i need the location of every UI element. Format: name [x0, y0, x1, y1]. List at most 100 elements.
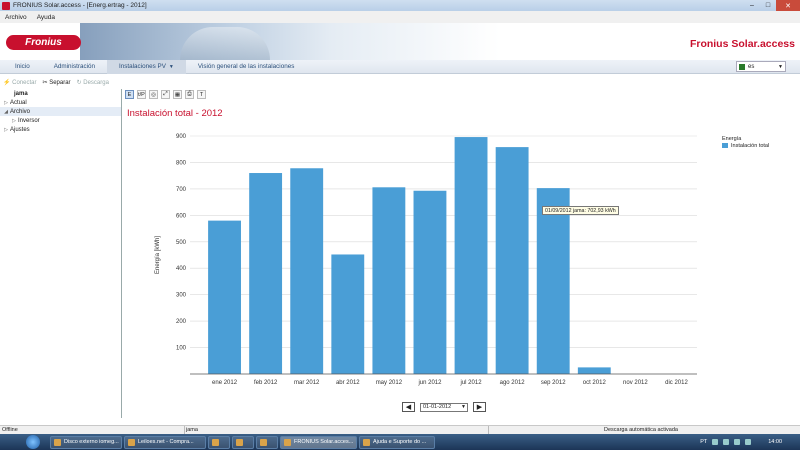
navigation-tree-panel: jama ▷ Actual ◢ Archivo ▷ Inversor ▷ Ajustes: [0, 89, 122, 418]
main-nav: Inicio Administración Instalaciones PV ▼ …: [0, 59, 800, 74]
browser-icon: [260, 438, 267, 446]
system-tray: PT 14:00: [700, 434, 798, 450]
tray-icon[interactable]: [723, 439, 730, 445]
arrow-left-icon: ◀: [405, 404, 412, 411]
minimize-button[interactable]: –: [744, 0, 760, 11]
window-title: FRONIUS Solar.access - [Energ.ertrag - 2…: [13, 2, 147, 9]
menu-ayuda[interactable]: Ayuda: [37, 14, 55, 21]
folder-icon: [54, 438, 61, 446]
y-tick-label: 500: [176, 240, 187, 246]
tree-node[interactable]: ◢ Archivo: [0, 107, 121, 116]
tab-label: Instalaciones PV: [119, 63, 166, 70]
banner-photo: [80, 23, 500, 60]
y-axis-label: Energía [kWh]: [155, 236, 161, 274]
taskbar: Disco externo iomeg... Leiloes.net - Com…: [0, 434, 800, 450]
taskbar-item[interactable]: [208, 435, 230, 449]
language-select[interactable]: es ▼: [736, 61, 786, 72]
bar: [454, 137, 488, 374]
y-tick-label: 200: [176, 319, 187, 325]
legend-series-label: Instalación total: [731, 143, 770, 149]
menu-bar: Archivo Ayuda: [0, 11, 800, 23]
connection-toolbar: ⚡ Conectar ✂ Separar ↻ Descarga: [0, 77, 122, 88]
brand-title: Fronius Solar.access: [689, 38, 795, 50]
tab-vision-general[interactable]: Visión general de las instalaciones: [186, 60, 307, 74]
status-connection: Offline: [2, 427, 18, 433]
bar: [536, 188, 570, 374]
navigation-tree: jama ▷ Actual ◢ Archivo ▷ Inversor ▷ Ajustes: [0, 89, 121, 134]
tab-administracion[interactable]: Administración: [42, 60, 107, 74]
tray-language[interactable]: PT: [700, 439, 707, 445]
tree-node-label: jama: [14, 90, 28, 97]
status-download: Descarga automática activada: [604, 427, 678, 433]
connect-label: Conectar: [12, 80, 37, 86]
previous-period-button[interactable]: ◀: [402, 402, 415, 412]
taskbar-item[interactable]: [232, 435, 254, 449]
connect-button[interactable]: ⚡ Conectar: [3, 79, 37, 86]
y-tick-label: 700: [176, 187, 187, 193]
taskbar-item[interactable]: Ajuda e Suporte do ...: [359, 435, 435, 449]
tree-node-label: Archivo: [10, 108, 31, 115]
y-tick-label: 800: [176, 160, 187, 166]
tree-node[interactable]: ▷ Inversor: [0, 116, 121, 125]
download-button[interactable]: ↻ Descarga: [77, 79, 109, 86]
expand-icon[interactable]: ▷: [10, 118, 18, 124]
menu-archivo[interactable]: Archivo: [5, 14, 27, 21]
period-date-select[interactable]: 01-01-2012 ▼: [420, 402, 468, 412]
tab-instalaciones-pv[interactable]: Instalaciones PV ▼: [107, 59, 186, 74]
clock[interactable]: 14:00: [768, 439, 782, 445]
volume-icon[interactable]: [745, 439, 752, 445]
taskbar-item-label: Disco externo iomeg...: [64, 439, 119, 445]
tree-node[interactable]: ▷ Actual: [0, 98, 121, 107]
tree-node-label: Actual: [10, 99, 27, 106]
taskbar-item-label: Leiloes.net - Compra...: [138, 439, 194, 445]
taskbar-item[interactable]: [256, 435, 278, 449]
taskbar-item[interactable]: FRONIUS Solar.acces...: [280, 435, 357, 449]
y-tick-labels: 100 200 300 400 500 600 700 800 900: [176, 134, 187, 352]
tray-icon[interactable]: [734, 439, 741, 445]
chart-bars: [208, 137, 611, 374]
x-tick-label: ene 2012: [212, 380, 238, 386]
maximize-button[interactable]: □: [760, 0, 776, 11]
tree-node[interactable]: ▷ Ajustes: [0, 125, 121, 134]
fronius-logo: Fronius: [6, 35, 81, 50]
next-period-button[interactable]: ▶: [473, 402, 486, 412]
expand-icon[interactable]: ▷: [2, 100, 10, 106]
bar: [372, 187, 406, 374]
close-button[interactable]: ✕: [776, 0, 800, 11]
status-installation: jama: [186, 427, 198, 433]
tree-node-label: Inversor: [18, 117, 40, 124]
x-tick-label: oct 2012: [583, 380, 607, 386]
y-tick-label: 400: [176, 266, 187, 272]
x-tick-label: ago 2012: [500, 380, 526, 386]
taskbar-item[interactable]: Leiloes.net - Compra...: [124, 435, 206, 449]
title-bar: FRONIUS Solar.access - [Energ.ertrag - 2…: [0, 0, 800, 11]
chevron-down-icon: ▼: [778, 63, 783, 70]
start-button[interactable]: [26, 435, 40, 449]
tab-label: Visión general de las instalaciones: [197, 63, 295, 70]
period-date-value: 01-01-2012: [423, 404, 452, 410]
y-tick-label: 900: [176, 134, 187, 140]
folder-icon: [212, 438, 219, 446]
tray-icon[interactable]: [712, 439, 719, 445]
status-bar: Offline jama Descarga automática activad…: [0, 425, 800, 435]
taskbar-item[interactable]: Disco externo iomeg...: [50, 435, 122, 449]
expand-icon[interactable]: ▷: [2, 127, 10, 133]
disconnect-label: Separar: [49, 80, 71, 86]
tree-node[interactable]: jama: [0, 89, 121, 98]
tab-label: Administración: [53, 63, 95, 70]
x-tick-label: nov 2012: [623, 380, 648, 386]
language-value: es: [748, 63, 755, 70]
bar-tooltip: 01/09/2012 jama: 702,93 kWh: [542, 206, 619, 215]
expand-icon[interactable]: ◢: [2, 109, 10, 115]
disconnect-button[interactable]: ✂ Separar: [43, 79, 71, 86]
x-tick-labels: ene 2012 feb 2012 mar 2012 abr 2012 may 2012…: [212, 380, 688, 386]
tab-inicio[interactable]: Inicio: [0, 60, 42, 74]
app-icon: [2, 1, 10, 10]
bar: [577, 367, 611, 374]
bar: [290, 168, 324, 374]
x-tick-label: abr 2012: [336, 380, 360, 386]
taskbar-item-label: Ajuda e Suporte do ...: [373, 439, 427, 445]
y-tick-label: 300: [176, 293, 187, 299]
app-icon: [284, 438, 291, 446]
y-tick-label: 100: [176, 346, 187, 352]
